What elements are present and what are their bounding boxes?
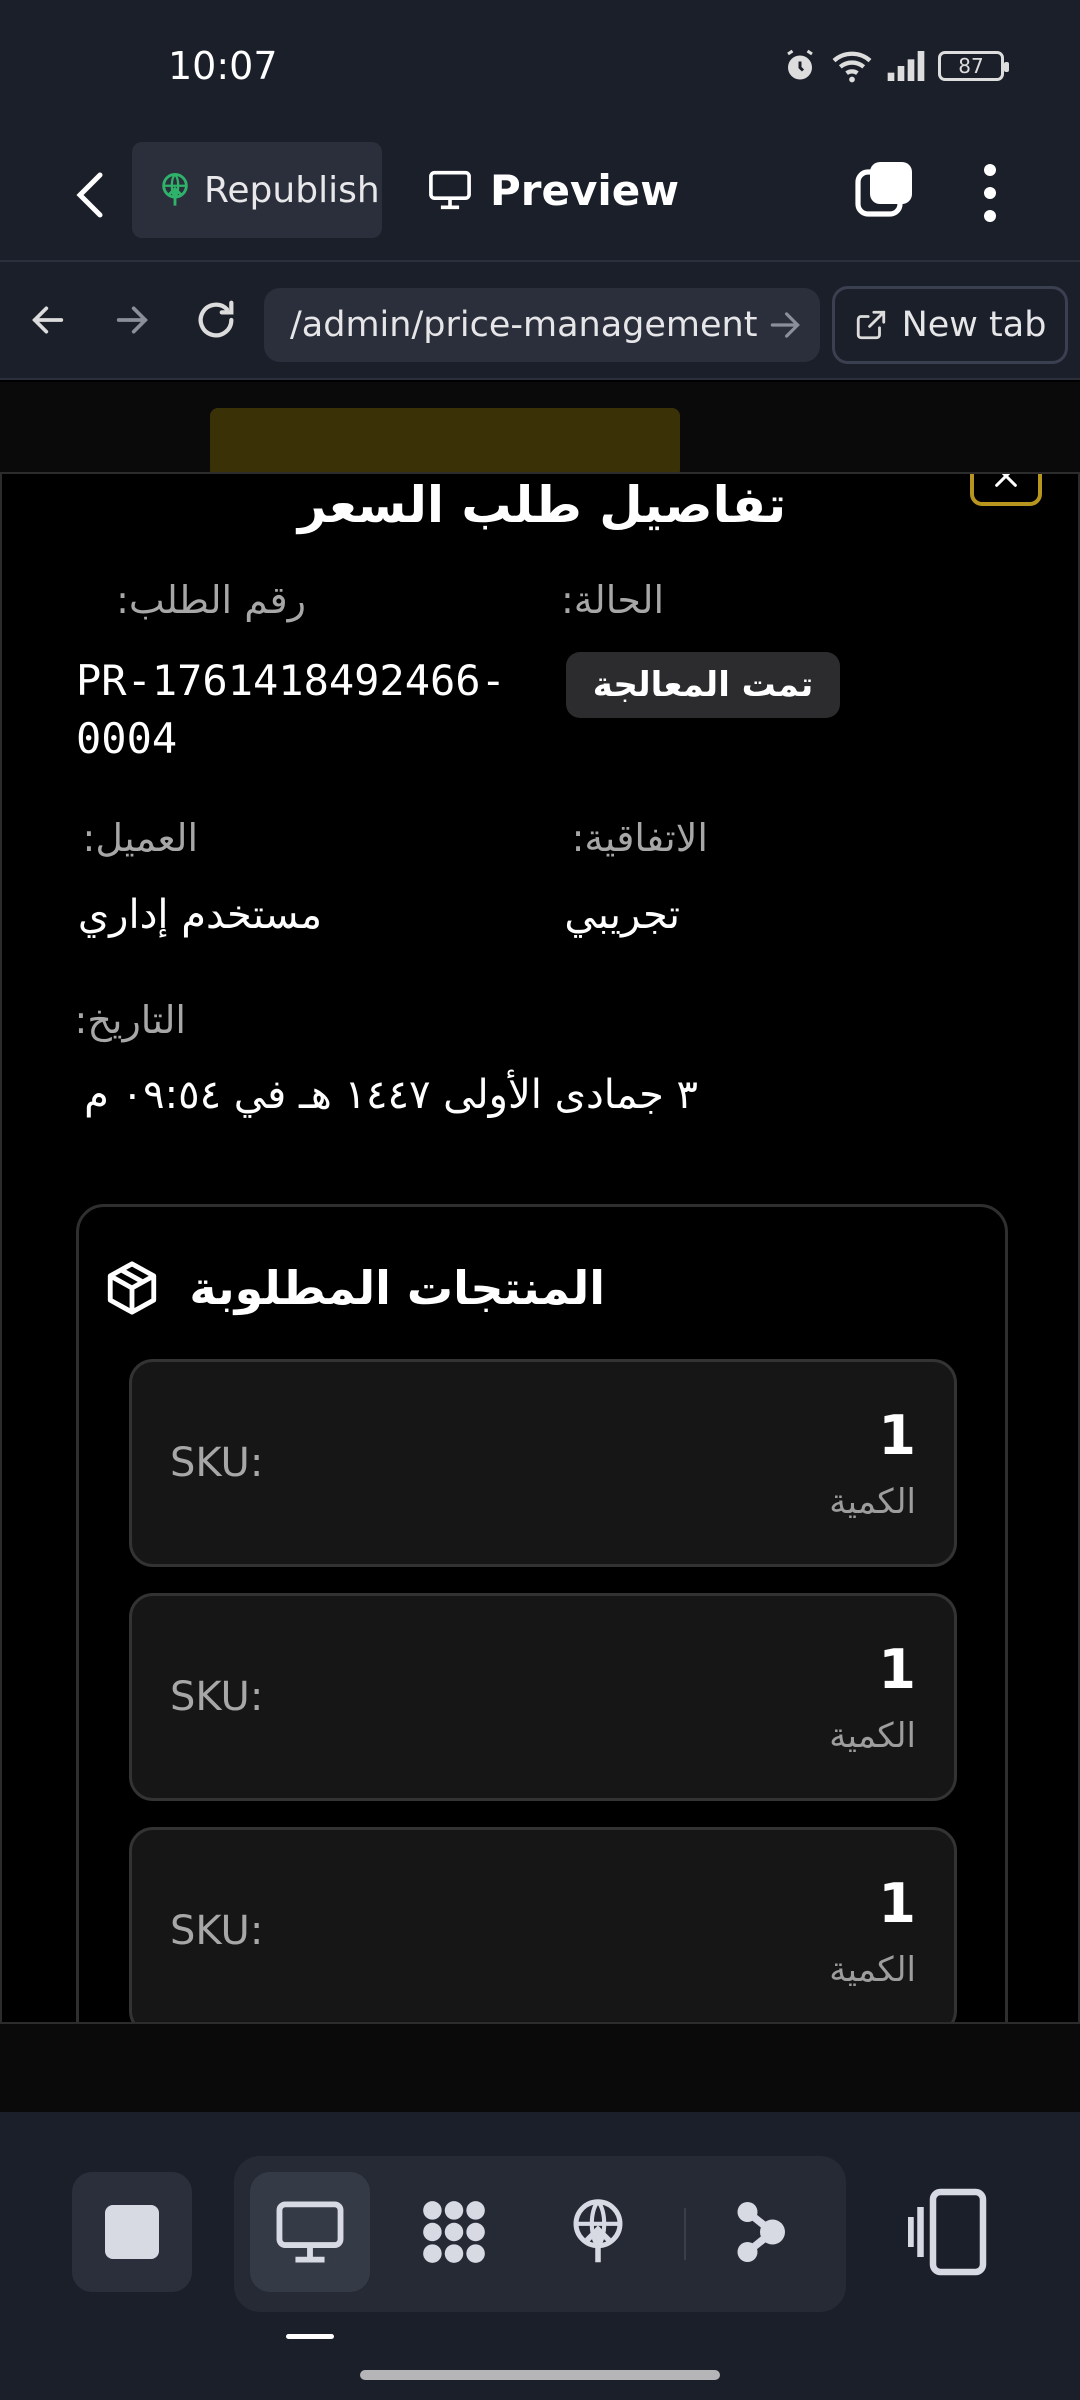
product-sku: SKU: bbox=[170, 1440, 264, 1486]
status-icons: 87 bbox=[782, 48, 1009, 84]
new-tab-button[interactable]: New tab bbox=[832, 286, 1068, 364]
client-value: مستخدم إداري bbox=[77, 892, 322, 938]
device-rotate-icon[interactable] bbox=[908, 2182, 988, 2282]
view-tools bbox=[234, 2156, 846, 2312]
date-value: ٣ جمادى الأولى ١٤٤٧ هـ في ٠٩:٥٤ م bbox=[84, 1072, 698, 1118]
external-link-icon bbox=[856, 310, 885, 340]
monitor-icon bbox=[276, 2201, 344, 2263]
request-number-line1: PR-1761418492466- bbox=[76, 656, 506, 705]
product-item: 1 الكمية SKU: bbox=[129, 1593, 957, 1801]
arrow-left-icon bbox=[32, 306, 64, 334]
products-heading-text: المنتجات المطلوبة bbox=[189, 1261, 605, 1315]
browser-forward-button[interactable] bbox=[102, 290, 162, 350]
product-sku: SKU: bbox=[170, 1908, 264, 1954]
home-indicator[interactable] bbox=[360, 2370, 720, 2380]
app-toolbar: Republish Preview bbox=[0, 130, 1080, 260]
agent-button[interactable] bbox=[700, 2172, 820, 2292]
url-text: /admin/price-management bbox=[290, 305, 758, 345]
workspace-button[interactable] bbox=[394, 2172, 514, 2292]
preview-view-button[interactable] bbox=[250, 2172, 370, 2292]
product-qty-label: الكمية bbox=[829, 1950, 916, 1990]
product-item: 1 الكمية SKU: bbox=[129, 1827, 957, 2022]
preview-label: Preview bbox=[490, 165, 680, 215]
wifi-icon bbox=[832, 51, 872, 83]
status-time: 10:07 bbox=[168, 44, 278, 88]
battery-icon: 87 bbox=[938, 51, 1009, 81]
active-tab-indicator bbox=[286, 2334, 334, 2339]
republish-label: Republish bbox=[204, 169, 380, 211]
product-qty: 1 bbox=[878, 1872, 916, 1935]
product-qty-label: الكمية bbox=[829, 1482, 916, 1522]
deploy-button[interactable] bbox=[538, 2172, 658, 2292]
product-qty: 1 bbox=[878, 1638, 916, 1701]
page-backdrop bbox=[0, 382, 1080, 478]
dots-grid-icon bbox=[423, 2201, 485, 2263]
product-qty-label: الكمية bbox=[829, 1716, 916, 1756]
stop-icon bbox=[105, 2205, 159, 2259]
product-item: 1 الكمية SKU: bbox=[129, 1359, 957, 1567]
products-card: المنتجات المطلوبة 1 الكمية SKU: 1 الكمية… bbox=[76, 1204, 1008, 2022]
request-number-line2: 0004 bbox=[76, 714, 178, 763]
request-number-label: رقم الطلب: bbox=[116, 578, 306, 622]
price-request-modal: تفاصيل طلب السعر رقم الطلب: PR-176141849… bbox=[0, 472, 1080, 2024]
status-bar: 10:07 87 bbox=[0, 0, 1080, 130]
deploy-icon bbox=[573, 2199, 623, 2263]
preview-tab[interactable]: Preview bbox=[428, 142, 679, 238]
request-number-value: PR-1761418492466- 0004 bbox=[76, 652, 506, 768]
chevron-left-icon bbox=[76, 172, 103, 218]
close-preview-button[interactable] bbox=[60, 160, 120, 230]
agreement-label: الاتفاقية: bbox=[571, 816, 708, 860]
url-bar: /admin/price-management New tab bbox=[0, 260, 1080, 380]
backdrop-button bbox=[210, 408, 680, 478]
republish-icon bbox=[162, 173, 188, 206]
status-label: الحالة: bbox=[561, 578, 664, 622]
arrow-right-icon bbox=[116, 306, 148, 334]
signal-icon bbox=[887, 51, 925, 81]
toolbar-separator bbox=[684, 2208, 686, 2260]
client-label: العميل: bbox=[82, 816, 198, 860]
agent-icon bbox=[737, 2202, 785, 2262]
more-options-icon[interactable] bbox=[968, 158, 1012, 228]
tabs-icon[interactable] bbox=[852, 158, 916, 222]
reload-icon bbox=[198, 300, 234, 338]
reload-button[interactable] bbox=[186, 290, 246, 350]
product-sku: SKU: bbox=[170, 1674, 264, 1720]
new-tab-label: New tab bbox=[901, 305, 1047, 345]
url-input[interactable]: /admin/price-management bbox=[264, 288, 820, 362]
go-arrow-icon[interactable] bbox=[766, 306, 804, 344]
alarm-icon bbox=[787, 49, 813, 80]
monitor-icon bbox=[429, 170, 471, 210]
page-bottom-area bbox=[0, 2024, 1080, 2112]
republish-button[interactable]: Republish bbox=[132, 142, 382, 238]
agreement-value: تجريبي bbox=[564, 892, 680, 938]
battery-level: 87 bbox=[958, 54, 984, 78]
status-badge: تمت المعالجة bbox=[566, 652, 840, 718]
stop-button[interactable] bbox=[72, 2172, 192, 2292]
modal-title: تفاصيل طلب السعر bbox=[297, 476, 787, 534]
products-heading: المنتجات المطلوبة bbox=[103, 1259, 605, 1317]
package-icon bbox=[108, 1261, 157, 1315]
date-label: التاريخ: bbox=[74, 998, 186, 1042]
browser-back-button[interactable] bbox=[18, 290, 78, 350]
bottom-toolbar bbox=[0, 2112, 1080, 2400]
product-qty: 1 bbox=[878, 1404, 916, 1467]
